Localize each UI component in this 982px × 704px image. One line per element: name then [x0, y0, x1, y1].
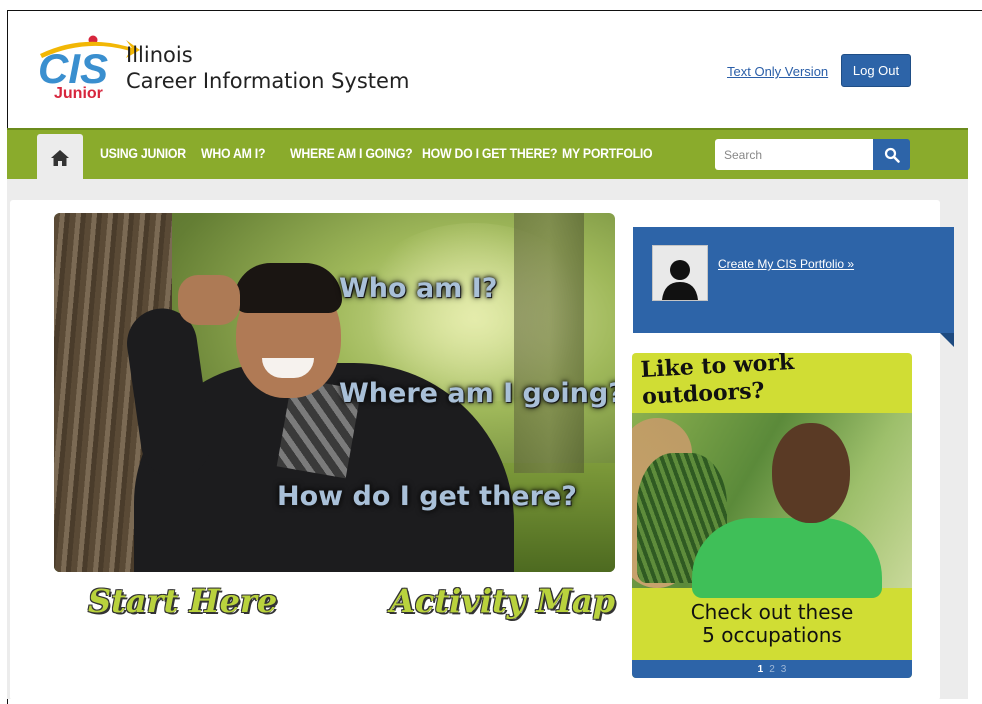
home-icon: [51, 149, 69, 166]
promo-photo: [632, 413, 912, 598]
hero-image[interactable]: Who am I? Where am I going? How do I get…: [54, 213, 615, 572]
site-title-line2: Career Information System: [126, 69, 410, 93]
home-tab[interactable]: [37, 134, 83, 181]
activity-map-link[interactable]: Activity Map: [390, 582, 615, 620]
promo-carousel[interactable]: Like to work outdoors? Check out these 5…: [632, 353, 912, 678]
start-here-link[interactable]: Start Here: [88, 582, 277, 620]
main-nav: USING JUNIOR WHO AM I? WHERE AM I GOING?…: [7, 128, 968, 181]
carousel-pager: 1 2 3: [632, 660, 912, 678]
pager-dot-3[interactable]: 3: [781, 664, 787, 675]
promo-title: Like to work outdoors?: [640, 353, 795, 410]
nav-item-my-portfolio[interactable]: MY PORTFOLIO: [562, 145, 653, 161]
create-portfolio-link[interactable]: Create My CIS Portfolio »: [718, 257, 854, 271]
logout-button[interactable]: Log Out: [841, 54, 911, 87]
hero-question-where-am-i-going: Where am I going?: [339, 378, 615, 409]
text-only-version-link[interactable]: Text Only Version: [727, 64, 828, 79]
pager-dot-2[interactable]: 2: [769, 664, 775, 675]
hero-question-how-do-i-get-there: How do I get there?: [277, 481, 577, 512]
site-title-line1: Illinois: [126, 43, 193, 67]
logo-sub-text: Junior: [54, 85, 103, 100]
nav-item-using-junior[interactable]: USING JUNIOR: [100, 145, 186, 161]
nav-item-who-am-i[interactable]: WHO AM I?: [201, 145, 266, 161]
portfolio-panel: Create My CIS Portfolio »: [633, 227, 954, 347]
user-silhouette-icon: [662, 260, 698, 300]
promo-caption: Check out these 5 occupations: [632, 601, 912, 647]
search-icon: [884, 147, 900, 163]
pager-dot-1[interactable]: 1: [758, 664, 764, 675]
promo-caption-line2: 5 occupations: [702, 623, 842, 647]
avatar: [652, 245, 708, 301]
search-input[interactable]: [715, 139, 875, 170]
site-title: Illinois Career Information System: [126, 42, 409, 94]
nav-item-where-am-i-going[interactable]: WHERE AM I GOING?: [290, 145, 413, 161]
hero-question-who-am-i: Who am I?: [339, 273, 498, 304]
search-button[interactable]: [873, 139, 910, 170]
promo-caption-line1: Check out these: [690, 600, 854, 624]
nav-item-how-do-i-get-there[interactable]: HOW DO I GET THERE?: [422, 145, 558, 161]
